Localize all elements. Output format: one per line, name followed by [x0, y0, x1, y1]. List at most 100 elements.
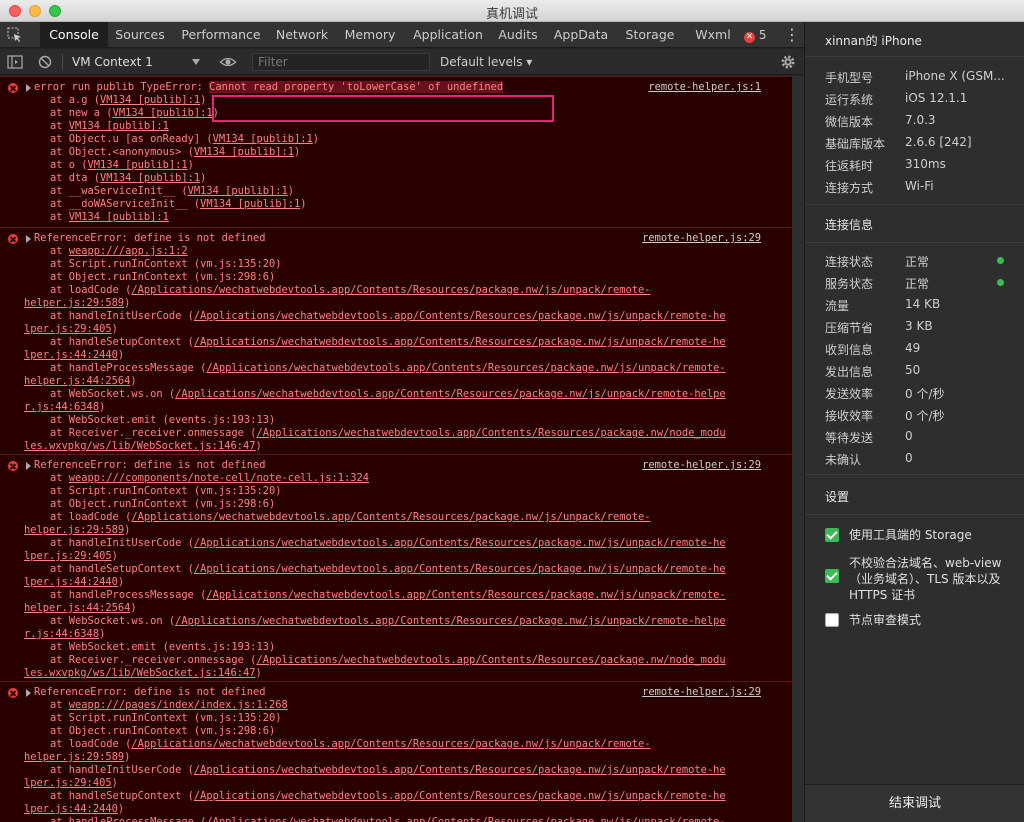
tab-storage[interactable]: Storage — [620, 22, 680, 48]
stack-frame-link[interactable]: VM134 [publib]:1 — [88, 159, 188, 171]
tab-appdata[interactable]: AppData — [550, 22, 612, 48]
stack-frame-link[interactable]: weapp:///pages/index/index.js:1:268 — [69, 699, 288, 711]
show-sidebar-icon[interactable] — [6, 53, 24, 71]
device-info-value: iOS 12.1.1 — [905, 91, 968, 105]
stack-frame-link[interactable]: /Applications/wechatwebdevtools.app/Cont… — [175, 388, 726, 400]
source-link[interactable]: remote-helper.js:29 — [642, 459, 761, 472]
stack-frame-link[interactable]: /Applications/wechatwebdevtools.app/Cont… — [194, 764, 726, 776]
filter-input[interactable] — [252, 53, 430, 71]
stack-frame-link[interactable]: helper.js:29:589 — [24, 751, 124, 763]
setting-label[interactable]: 不校验合法域名、web-view（业务域名）、TLS 版本以及 HTTPS 证书 — [849, 555, 1009, 603]
setting-checkbox[interactable] — [825, 528, 839, 542]
panel-divider — [805, 56, 1024, 57]
stack-frame-link[interactable]: lper.js:29:405 — [24, 550, 112, 562]
console-log[interactable]: error run publib TypeError: Cannot read … — [0, 76, 792, 822]
stack-frame-link[interactable]: r.js:44:6348 — [24, 401, 99, 413]
context-selector[interactable]: VM Context 1 — [72, 49, 153, 75]
stack-frame-link[interactable]: lper.js:44:2440 — [24, 576, 118, 588]
device-panel: xinnan的 iPhone 手机型号 iPhone X (GSM... 运行系统 i… — [804, 22, 1024, 822]
connection-info-value: 正常 — [905, 277, 930, 291]
expand-arrow-icon[interactable] — [26, 84, 31, 92]
end-debug-button[interactable]: 结束调试 — [805, 784, 1024, 822]
stack-frame: lper.js:29:405) — [24, 323, 118, 336]
expand-arrow-icon[interactable] — [26, 235, 31, 243]
more-options-icon[interactable]: ⋮ — [784, 26, 800, 44]
stack-frame-link[interactable]: helper.js:29:589 — [24, 297, 124, 309]
setting-label[interactable]: 使用工具端的 Storage — [849, 527, 1009, 543]
stack-frame-link[interactable]: les.wxvpkg/ws/lib/WebSocket.js:146:47 — [24, 440, 255, 452]
stack-frame-link[interactable]: /Applications/wechatwebdevtools.app/Cont… — [206, 816, 725, 822]
tab-audits[interactable]: Audits — [494, 22, 542, 48]
setting-label[interactable]: 节点审查模式 — [849, 612, 1009, 628]
stack-frame-link[interactable]: /Applications/wechatwebdevtools.app/Cont… — [175, 615, 726, 627]
stack-frame-link[interactable]: lper.js:29:405 — [24, 777, 112, 789]
eye-icon[interactable] — [219, 53, 237, 71]
stack-frame-link[interactable]: /Applications/wechatwebdevtools.app/Cont… — [194, 310, 726, 322]
stack-frame-link[interactable]: VM134 [publib]:1 — [69, 120, 169, 132]
devtools-panel: Console Sources Performance Network Memory Ap… — [0, 22, 804, 822]
tab-network[interactable]: Network — [272, 22, 332, 48]
gear-icon[interactable] — [779, 53, 797, 71]
stack-frame-link[interactable]: VM134 [publib]:1 — [100, 94, 200, 106]
stack-frame-link[interactable]: /Applications/wechatwebdevtools.app/Cont… — [131, 738, 650, 750]
error-icon — [8, 83, 18, 93]
stack-frame-link[interactable]: r.js:44:6348 — [24, 628, 99, 640]
stack-frame-suffix: ) — [293, 146, 301, 158]
stack-frame-text: at loadCode ( — [50, 738, 132, 750]
stack-frame-link[interactable]: /Applications/wechatwebdevtools.app/Cont… — [256, 427, 725, 439]
stack-frame-link[interactable]: /Applications/wechatwebdevtools.app/Cont… — [194, 537, 726, 549]
stack-frame-link[interactable]: /Applications/wechatwebdevtools.app/Cont… — [206, 589, 725, 601]
stack-frame-link[interactable]: lper.js:44:2440 — [24, 803, 118, 815]
stack-frame-link[interactable]: VM134 [publib]:1 — [194, 146, 294, 158]
stack-frame-link[interactable]: /Applications/wechatwebdevtools.app/Cont… — [131, 511, 650, 523]
stack-frame-link[interactable]: /Applications/wechatwebdevtools.app/Cont… — [194, 563, 726, 575]
expand-arrow-icon[interactable] — [26, 462, 31, 470]
stack-frame-link[interactable]: helper.js:29:589 — [24, 524, 124, 536]
stack-frame-link[interactable]: /Applications/wechatwebdevtools.app/Cont… — [256, 654, 725, 666]
device-info-value: 2.6.6 [242] — [905, 135, 972, 149]
tab-sources[interactable]: Sources — [110, 22, 170, 48]
tab-performance[interactable]: Performance — [178, 22, 264, 48]
console-error-entry[interactable]: ReferenceError: define is not defined rem… — [0, 227, 792, 458]
tab-wxml[interactable]: Wxml — [688, 22, 738, 48]
setting-checkbox[interactable] — [825, 569, 839, 583]
source-link[interactable]: remote-helper.js:1 — [648, 81, 761, 94]
stack-frame-link[interactable]: lper.js:29:405 — [24, 323, 112, 335]
console-scrollbar[interactable] — [792, 76, 804, 822]
stack-frame-link[interactable]: lper.js:44:2440 — [24, 349, 118, 361]
console-error-entry[interactable]: ReferenceError: define is not defined rem… — [0, 454, 792, 685]
console-error-entry[interactable]: ReferenceError: define is not defined rem… — [0, 681, 792, 822]
log-levels-dropdown[interactable]: Default levels ▾ — [440, 49, 532, 75]
stack-frame-link[interactable]: VM134 [publib]:1 — [200, 198, 300, 210]
stack-frame-link[interactable]: weapp:///components/note-cell/note-cell.… — [69, 472, 369, 484]
stack-frame-link[interactable]: VM134 [publib]:1 — [100, 172, 200, 184]
stack-frame-link[interactable]: VM134 [publib]:1 — [113, 107, 213, 119]
source-link[interactable]: remote-helper.js:29 — [642, 686, 761, 699]
inspect-element-icon[interactable] — [6, 26, 24, 44]
stack-frame-link[interactable]: /Applications/wechatwebdevtools.app/Cont… — [194, 336, 726, 348]
tab-memory[interactable]: Memory — [340, 22, 400, 48]
tab-application[interactable]: Application — [408, 22, 488, 48]
stack-frame-link[interactable]: /Applications/wechatwebdevtools.app/Cont… — [206, 362, 725, 374]
stack-frame-link[interactable]: VM134 [publib]:1 — [213, 133, 313, 145]
tab-console[interactable]: Console — [40, 22, 108, 48]
stack-frame-link[interactable]: VM134 [publib]:1 — [188, 185, 288, 197]
error-message: error run publib TypeError: Cannot read … — [34, 81, 504, 94]
context-dropdown-icon[interactable] — [192, 59, 200, 65]
stack-frame-suffix: ) — [117, 803, 125, 815]
stack-frame-link[interactable]: helper.js:44:2564 — [24, 602, 130, 614]
stack-frame-link[interactable]: /Applications/wechatwebdevtools.app/Cont… — [131, 284, 650, 296]
stack-frame-link[interactable]: les.wxvpkg/ws/lib/WebSocket.js:146:47 — [24, 667, 255, 679]
error-message-prefix: error run publib TypeError: — [34, 81, 210, 93]
setting-checkbox[interactable] — [825, 613, 839, 627]
stack-frame-link[interactable]: weapp:///app.js:1:2 — [69, 245, 188, 257]
stack-frame-suffix: ) — [200, 172, 207, 184]
device-info-value: iPhone X (GSM... — [905, 69, 1005, 83]
stack-frame-link[interactable]: helper.js:44:2564 — [24, 375, 130, 387]
error-count-badge[interactable]: ✕ 5 — [744, 22, 766, 48]
expand-arrow-icon[interactable] — [26, 689, 31, 697]
source-link[interactable]: remote-helper.js:29 — [642, 232, 761, 245]
stack-frame-link[interactable]: /Applications/wechatwebdevtools.app/Cont… — [194, 790, 726, 802]
clear-console-icon[interactable] — [36, 53, 54, 71]
stack-frame-link[interactable]: VM134 [publib]:1 — [69, 211, 169, 223]
